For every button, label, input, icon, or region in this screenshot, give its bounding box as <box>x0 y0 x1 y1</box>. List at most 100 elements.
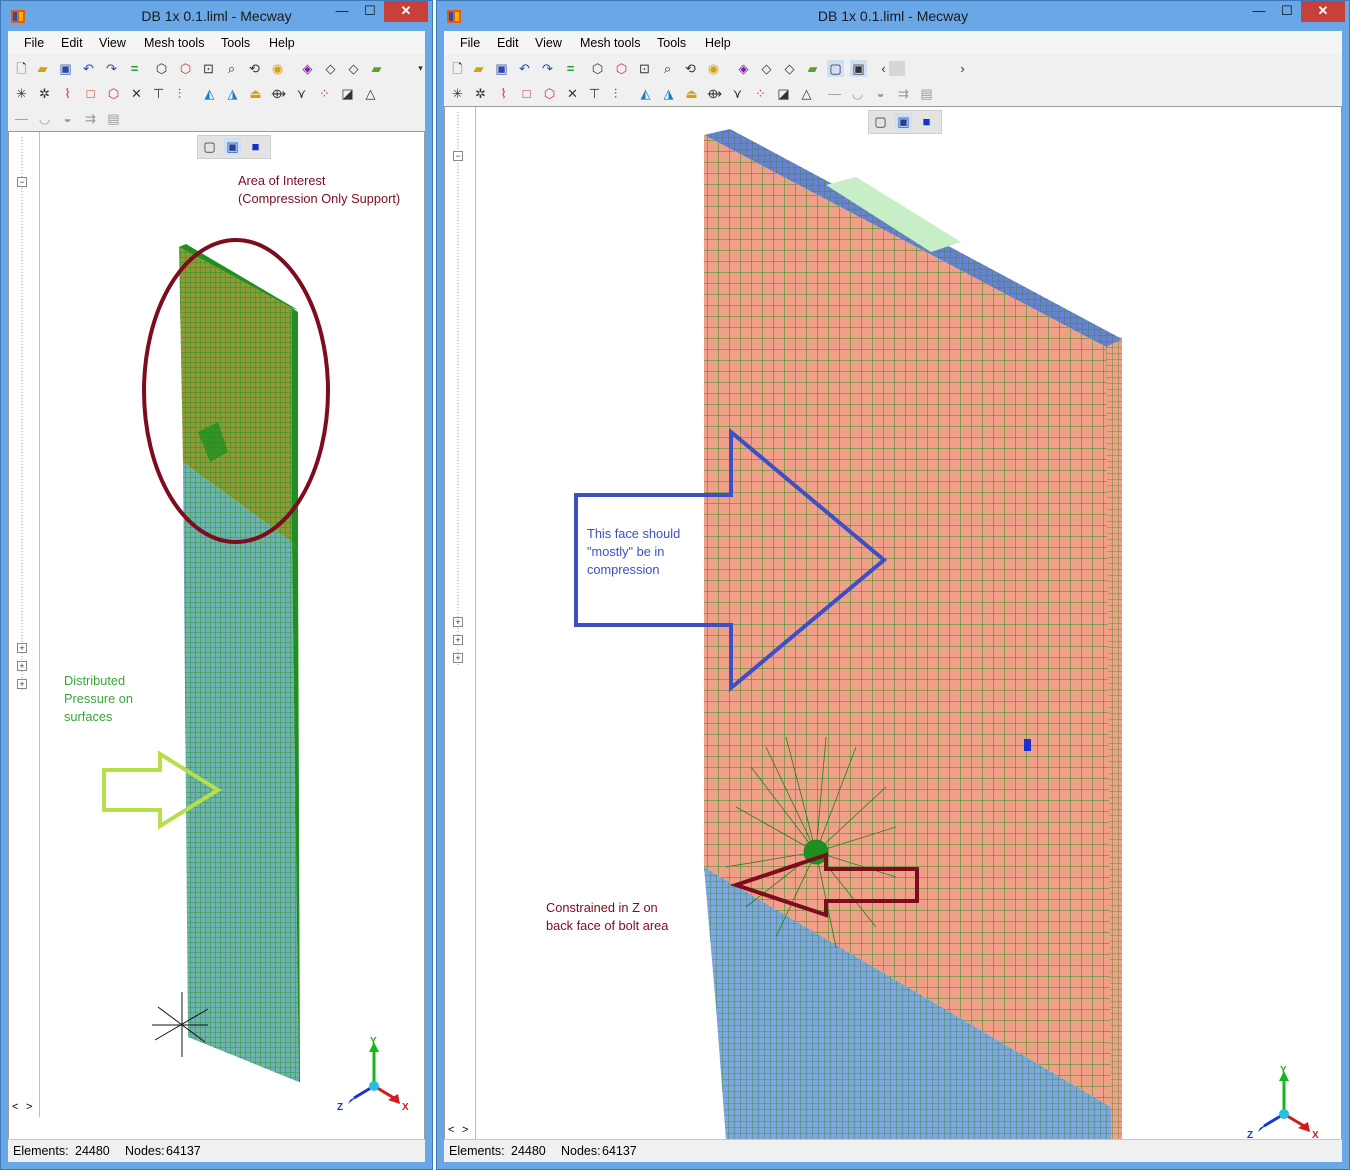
merge-icon[interactable]: ⋎ <box>293 85 310 102</box>
scatter-icon[interactable]: ⁘ <box>752 85 769 102</box>
menu-tools[interactable]: Tools <box>657 36 686 50</box>
menu-mesh-tools[interactable]: Mesh tools <box>144 36 204 50</box>
minimize-button[interactable]: — <box>1245 1 1273 22</box>
wire-box-icon[interactable]: ▢ <box>827 60 844 77</box>
zoom-icon[interactable]: ◉ <box>705 60 722 77</box>
scroll-right-arrow[interactable]: > <box>26 1101 32 1113</box>
delete-icon[interactable]: ✕ <box>564 85 581 102</box>
scroll-left-arrow[interactable]: < <box>448 1124 454 1136</box>
split-icon[interactable]: ⊤ <box>586 85 603 102</box>
maximize-button[interactable]: ☐ <box>356 1 384 22</box>
hex-element-icon[interactable]: ⬡ <box>541 85 558 102</box>
scroll-right-arrow[interactable]: > <box>462 1124 468 1136</box>
search-icon[interactable]: ⌕ <box>659 60 676 77</box>
menu-edit[interactable]: Edit <box>61 36 83 50</box>
shell-icon[interactable]: ◡ <box>36 110 53 127</box>
tree-expand-button[interactable]: + <box>17 661 27 671</box>
equals-icon[interactable]: = <box>126 60 143 77</box>
menu-mesh-tools[interactable]: Mesh tools <box>580 36 640 50</box>
tree-collapse-button[interactable]: − <box>17 177 27 187</box>
merge-icon[interactable]: ⋎ <box>729 85 746 102</box>
toolbar-scroll-thumb[interactable] <box>889 61 905 76</box>
node-select-icon[interactable]: ✲ <box>36 85 53 102</box>
save-icon[interactable]: ▣ <box>493 60 510 77</box>
hex-element-icon[interactable]: ⬡ <box>105 85 122 102</box>
mirror-icon[interactable]: ⟴ <box>270 85 287 102</box>
cube-red-icon[interactable]: ⬡ <box>177 60 194 77</box>
open-folder-icon[interactable]: ▰ <box>34 60 51 77</box>
fit-view-icon[interactable]: ⊡ <box>200 60 217 77</box>
transform-icon[interactable]: ◪ <box>339 85 356 102</box>
menu-view[interactable]: View <box>99 36 126 50</box>
quad-element-icon[interactable]: □ <box>518 85 535 102</box>
beam-icon[interactable]: — <box>826 85 843 102</box>
wire-box-alt-icon[interactable]: ▣ <box>850 60 867 77</box>
new-file-icon[interactable]: 🗋 <box>449 60 466 77</box>
scroll-left-arrow[interactable]: < <box>12 1101 18 1113</box>
redo-icon[interactable]: ↷ <box>103 60 120 77</box>
warning-icon[interactable]: △ <box>798 85 815 102</box>
tree-expand-button[interactable]: + <box>17 679 27 689</box>
mesh-viewport-right[interactable]: Y X Z <box>476 107 1338 1140</box>
zoom-icon[interactable]: ◉ <box>269 60 286 77</box>
close-button[interactable]: ✕ <box>384 1 428 22</box>
line-element-icon[interactable]: ⌇ <box>495 85 512 102</box>
refine-icon[interactable]: ⫶ <box>171 85 188 102</box>
film-icon[interactable]: ▤ <box>918 85 935 102</box>
extrude-icon[interactable]: ⏏ <box>247 85 264 102</box>
quad-element-icon[interactable]: □ <box>82 85 99 102</box>
solid-view-icon[interactable]: ◇ <box>758 60 775 77</box>
solid-view-icon[interactable]: ◇ <box>322 60 339 77</box>
toolbar-overflow-icon[interactable]: ▾ <box>412 60 429 77</box>
cube-wire-icon[interactable]: ⬡ <box>589 60 606 77</box>
tree-expand-button[interactable]: + <box>453 653 463 663</box>
node-select-icon[interactable]: ✲ <box>472 85 489 102</box>
menu-view[interactable]: View <box>535 36 562 50</box>
maximize-button[interactable]: ☐ <box>1273 1 1301 22</box>
shell-thick-icon[interactable]: ◒ <box>872 85 889 102</box>
equals-icon[interactable]: = <box>562 60 579 77</box>
menu-help[interactable]: Help <box>705 36 731 50</box>
cube-red-icon[interactable]: ⬡ <box>613 60 630 77</box>
warning-icon[interactable]: △ <box>362 85 379 102</box>
mirror-icon[interactable]: ⟴ <box>706 85 723 102</box>
fit-view-icon[interactable]: ⊡ <box>636 60 653 77</box>
paint-icon[interactable]: ◈ <box>735 60 752 77</box>
rotate-icon[interactable]: ⟲ <box>682 60 699 77</box>
close-button[interactable]: ✕ <box>1301 1 1345 22</box>
model-tree[interactable]: − + + + < > <box>9 132 40 1117</box>
shaded-view-icon[interactable]: ▰ <box>804 60 821 77</box>
menu-tools[interactable]: Tools <box>221 36 250 50</box>
tree-expand-button[interactable]: + <box>17 643 27 653</box>
new-file-icon[interactable]: 🗋 <box>13 60 30 77</box>
tree-expand-button[interactable]: + <box>453 635 463 645</box>
arrow-load-icon[interactable]: ⇉ <box>895 85 912 102</box>
redo-icon[interactable]: ↷ <box>539 60 556 77</box>
triangle-mesh-icon[interactable]: ◮ <box>224 85 241 102</box>
title-bar[interactable]: DB 1x 0.1.liml - Mecway — ☐ ✕ <box>1 1 432 31</box>
menu-file[interactable]: File <box>460 36 480 50</box>
menu-edit[interactable]: Edit <box>497 36 519 50</box>
undo-icon[interactable]: ↶ <box>80 60 97 77</box>
menu-help[interactable]: Help <box>269 36 295 50</box>
beam-icon[interactable]: — <box>13 110 30 127</box>
model-tree[interactable]: − + + + < > <box>445 107 476 1139</box>
node-burst-icon[interactable]: ✳ <box>449 85 466 102</box>
open-folder-icon[interactable]: ▰ <box>470 60 487 77</box>
surface-view-icon[interactable]: ◇ <box>781 60 798 77</box>
tree-expand-button[interactable]: + <box>453 617 463 627</box>
search-icon[interactable]: ⌕ <box>223 60 240 77</box>
line-element-icon[interactable]: ⌇ <box>59 85 76 102</box>
refine-icon[interactable]: ⫶ <box>607 85 624 102</box>
shell-icon[interactable]: ◡ <box>849 85 866 102</box>
scroll-right-icon[interactable]: › <box>954 60 971 77</box>
menu-file[interactable]: File <box>24 36 44 50</box>
arrow-load-icon[interactable]: ⇉ <box>82 110 99 127</box>
scatter-icon[interactable]: ⁘ <box>316 85 333 102</box>
paint-icon[interactable]: ◈ <box>299 60 316 77</box>
delete-icon[interactable]: ✕ <box>128 85 145 102</box>
triangle-mesh-icon[interactable]: ◮ <box>660 85 677 102</box>
shaded-view-icon[interactable]: ▰ <box>368 60 385 77</box>
extrude-icon[interactable]: ⏏ <box>683 85 700 102</box>
triangle-icon[interactable]: ◭ <box>637 85 654 102</box>
